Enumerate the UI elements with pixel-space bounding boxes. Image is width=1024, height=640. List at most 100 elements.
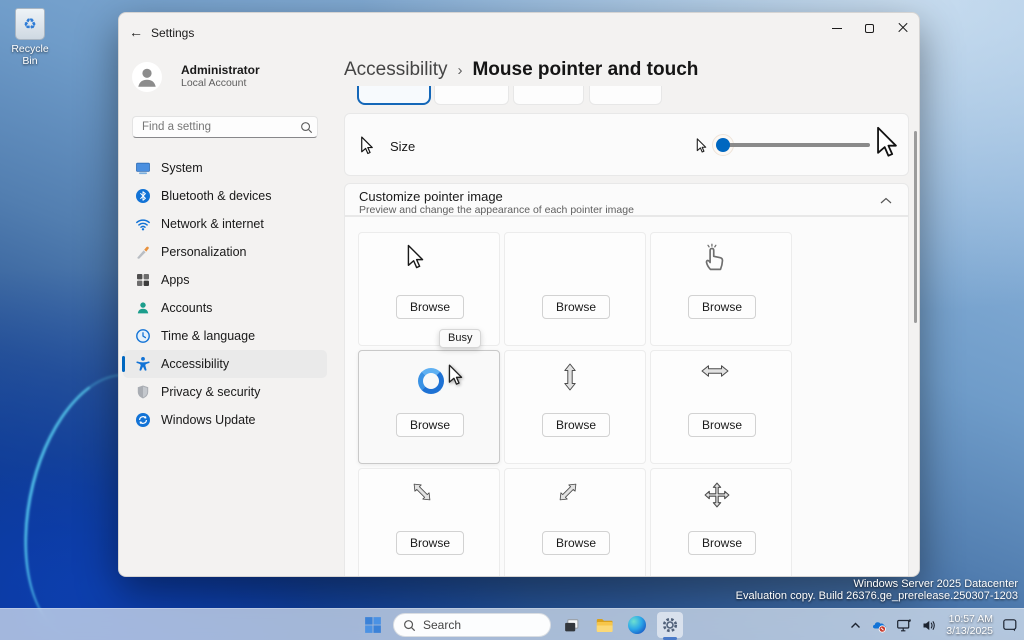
sidebar-nav: System Bluetooth & devices Network & int… <box>123 154 327 434</box>
recycle-bin-icon: ♻ <box>15 8 45 40</box>
settings-search-box[interactable] <box>132 116 318 138</box>
browse-button-link-select[interactable]: Browse <box>688 295 756 319</box>
breadcrumb-root[interactable]: Accessibility <box>344 59 447 80</box>
shield-icon <box>135 384 151 400</box>
busy-tooltip: Busy <box>439 329 481 348</box>
network-tray-button[interactable] <box>896 618 913 633</box>
start-button[interactable] <box>360 612 386 638</box>
onedrive-tray-button[interactable] <box>871 618 887 633</box>
size-slider-thumb[interactable] <box>716 138 730 152</box>
sidebar-item-apps[interactable]: Apps <box>123 266 327 294</box>
chevron-up-icon <box>849 619 862 632</box>
desktop: ♻ Recycle Bin ← Settings Administrator L… <box>0 0 1024 640</box>
accounts-icon <box>135 300 151 316</box>
sidebar-item-network[interactable]: Network & internet <box>123 210 327 238</box>
pointer-style-option[interactable] <box>513 86 584 105</box>
busy-spinner-icon <box>418 368 444 394</box>
browse-button-normal-select[interactable]: Browse <box>396 295 464 319</box>
system-icon <box>135 160 151 176</box>
sidebar-item-time-language[interactable]: Time & language <box>123 322 327 350</box>
pointer-cell-diagonal-resize-2: Browse <box>504 468 646 577</box>
browse-button-text-select[interactable]: Browse <box>542 295 610 319</box>
task-view-button[interactable] <box>558 612 584 638</box>
diagonal-resize-nwse-cursor-icon <box>405 475 439 509</box>
sidebar-item-windows-update[interactable]: Windows Update <box>123 406 327 434</box>
customize-pointer-expander[interactable]: Customize pointer image Preview and chan… <box>344 183 909 216</box>
diagonal-resize-nesw-cursor-icon <box>551 475 585 509</box>
small-cursor-preview-icon <box>696 138 707 154</box>
hand-cursor-icon <box>701 242 727 272</box>
sidebar-item-bluetooth[interactable]: Bluetooth & devices <box>123 182 327 210</box>
edge-icon <box>628 616 646 634</box>
pointer-cell-busy: Browse <box>358 350 500 464</box>
chevron-up-icon[interactable] <box>880 197 892 204</box>
wifi-icon <box>135 216 151 232</box>
search-icon <box>403 619 416 632</box>
cursor-icon <box>360 136 374 156</box>
pointer-grid-panel: Browse Browse Browse Browse Browse <box>344 216 909 577</box>
onedrive-error-icon <box>871 618 887 633</box>
update-icon <box>135 412 151 428</box>
pointer-style-option-selected[interactable] <box>357 86 431 105</box>
tray-clock[interactable]: 10:57 AM 3/13/2025 <box>946 613 993 637</box>
vertical-resize-cursor-icon <box>556 363 584 391</box>
move-cursor-icon <box>704 482 730 508</box>
recycle-bin-label: Recycle Bin <box>4 43 56 67</box>
taskbar-search-label: Search <box>423 618 461 632</box>
browse-button-move[interactable]: Browse <box>688 531 756 555</box>
large-cursor-preview-icon <box>876 126 898 160</box>
recycle-bin-shortcut[interactable]: ♻ Recycle Bin <box>4 8 56 67</box>
pointer-cell-diagonal-resize-1: Browse <box>358 468 500 577</box>
windows-logo-icon <box>364 616 382 634</box>
back-button[interactable]: ← <box>123 19 149 45</box>
pointer-cell-vertical-resize: Browse <box>504 350 646 464</box>
size-slider-track[interactable] <box>722 143 870 147</box>
size-row: Size <box>344 113 909 176</box>
sidebar-item-system[interactable]: System <box>123 154 327 182</box>
window-title: Settings <box>151 26 194 40</box>
avatar[interactable] <box>132 62 162 92</box>
browse-button-vertical-resize[interactable]: Browse <box>542 413 610 437</box>
settings-taskbar-button[interactable] <box>657 612 683 638</box>
mouse-cursor <box>448 364 463 387</box>
taskbar-search[interactable]: Search <box>393 613 551 637</box>
pointer-cell-move: Browse <box>650 468 792 577</box>
account-name: Administrator <box>181 63 260 77</box>
horizontal-resize-cursor-icon <box>701 364 729 378</box>
settings-search-input[interactable] <box>133 121 300 133</box>
settings-window: ← Settings Administrator Local Account <box>118 12 920 577</box>
breadcrumb: Accessibility›Mouse pointer and touch <box>344 59 698 81</box>
network-display-icon <box>896 618 913 633</box>
action-center-button[interactable] <box>1002 617 1018 633</box>
bluetooth-icon <box>135 188 151 204</box>
gear-icon <box>661 616 679 634</box>
edge-button[interactable] <box>624 612 650 638</box>
pointer-style-option[interactable] <box>434 86 509 105</box>
sidebar-item-personalization[interactable]: Personalization <box>123 238 327 266</box>
volume-tray-button[interactable] <box>922 618 937 633</box>
taskbar: Search <box>0 608 1024 640</box>
pointer-cell-text-select: Browse <box>504 232 646 346</box>
apps-icon <box>135 272 151 288</box>
evaluation-watermark: Windows Server 2025 Datacenter Evaluatio… <box>736 579 1018 602</box>
sidebar-item-privacy[interactable]: Privacy & security <box>123 378 327 406</box>
selected-indicator <box>122 356 125 372</box>
sidebar-item-accounts[interactable]: Accounts <box>123 294 327 322</box>
browse-button-horizontal-resize[interactable]: Browse <box>688 413 756 437</box>
browse-button-diagonal-resize-1[interactable]: Browse <box>396 531 464 555</box>
pointer-cell-link-select: Browse <box>650 232 792 346</box>
file-explorer-button[interactable] <box>591 612 617 638</box>
browse-button-busy[interactable]: Browse <box>396 413 464 437</box>
brush-icon <box>135 244 151 260</box>
pointer-style-option[interactable] <box>589 86 662 105</box>
customize-subtitle: Preview and change the appearance of eac… <box>359 204 634 216</box>
tray-chevron-button[interactable] <box>849 619 862 632</box>
clock-date: 3/13/2025 <box>946 625 993 637</box>
settings-content: Accessibility›Mouse pointer and touch Si… <box>344 13 909 577</box>
clock-time: 10:57 AM <box>946 613 993 625</box>
size-label: Size <box>390 139 415 154</box>
scrollbar-thumb[interactable] <box>914 131 917 323</box>
browse-button-diagonal-resize-2[interactable]: Browse <box>542 531 610 555</box>
clock-icon <box>135 328 151 344</box>
sidebar-item-accessibility[interactable]: Accessibility <box>123 350 327 378</box>
